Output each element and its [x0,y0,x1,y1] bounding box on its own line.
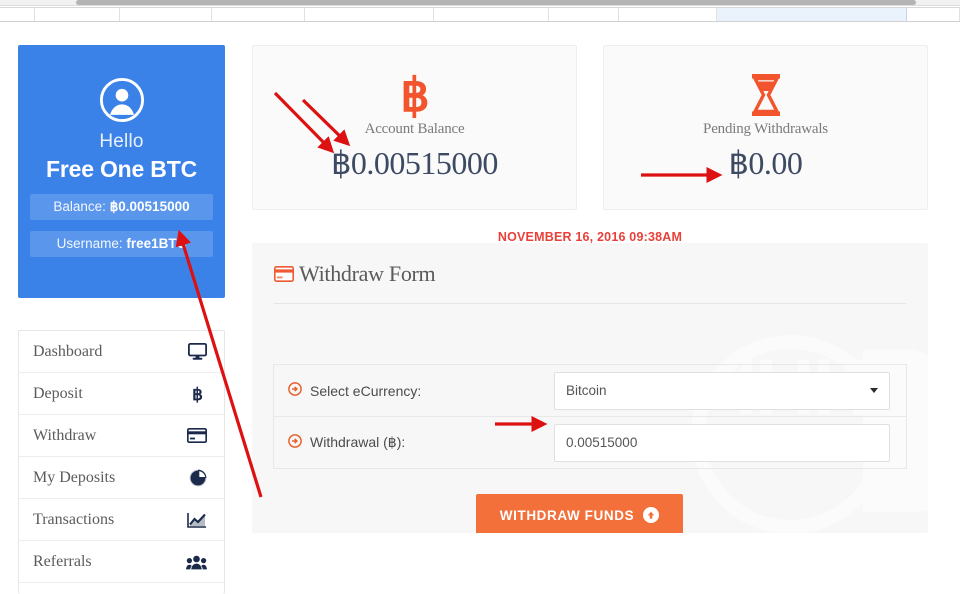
sidebar-menu: Dashboard Deposit ฿ Withdraw My Deposits Tran… [18,330,225,594]
spreadsheet-cell[interactable] [119,8,213,21]
desktop-icon [188,343,207,360]
profile-card: Hello Free One BTC Balance: ฿0.00515000 … [18,45,225,298]
sidebar-balance-label: Balance: [53,199,106,214]
stat-label: Pending Withdrawals [703,121,828,137]
form-control-cell: 0.00515000 [554,423,906,462]
sidebar-item-label: Transactions [33,510,115,528]
line-chart-icon [187,512,207,528]
spreadsheet-cell[interactable] [305,8,434,21]
arrow-up-circle-icon [643,507,660,523]
credit-card-icon [187,428,207,443]
spreadsheet-cell[interactable] [433,8,549,21]
field-label: Select eCurrency: [274,382,554,399]
datetime-text: NOVEMBER 16, 2016 09:38AM [497,230,683,244]
bitcoin-icon: ฿ [253,69,576,121]
arrow-circle-right-icon [288,382,302,399]
stat-card-account-balance: ฿ Account Balance ฿0.00515000 [252,45,577,210]
svg-text:฿: ฿ [400,71,429,119]
sidebar-item-label: Dashboard [33,342,103,360]
sidebar-username-label: Username: [56,236,123,251]
stat-value: ฿0.00515000 [331,145,498,181]
sidebar-item-withdraw[interactable]: Withdraw [19,415,224,457]
withdrawal-amount-input[interactable]: 0.00515000 [554,423,890,462]
select-ecurrency-dropdown[interactable]: Bitcoin [554,371,890,410]
chevron-down-icon [870,388,878,393]
form-control-cell: Bitcoin [554,371,906,410]
bitcoin-icon: ฿ [188,385,207,403]
spreadsheet-cell[interactable] [619,8,717,21]
spreadsheet-cell[interactable] [548,8,620,21]
spreadsheet-cell[interactable] [35,8,120,21]
spreadsheet-cell[interactable] [906,8,960,21]
profile-name: Free One BTC [46,156,197,182]
spreadsheet-cell[interactable] [212,8,306,21]
withdraw-funds-label: WITHDRAW FUNDS [499,507,635,523]
field-label-text: Select eCurrency: [310,382,422,399]
svg-text:฿: ฿ [192,385,203,403]
form-row: Select eCurrency: Bitcoin [274,365,906,417]
sidebar-balance-value: ฿0.00515000 [109,199,190,214]
submit-row: WITHDRAW FUNDS [252,494,886,533]
form-row: Withdrawal (฿): 0.00515000 [274,417,906,469]
pie-chart-icon [189,469,207,487]
field-label: Withdrawal (฿): [274,434,554,451]
sidebar-item-label: My Deposits [33,468,116,486]
sidebar-username-value: free1BTC [126,236,187,251]
header-divider [274,303,906,304]
credit-card-icon [274,266,294,282]
scrollbar-thumb[interactable] [76,0,916,5]
field-label-text: Withdrawal (฿): [310,434,406,450]
stat-value: ฿0.00 [728,145,803,181]
sidebar-item-transactions[interactable]: Transactions [19,499,224,541]
horizontal-scrollbar[interactable] [0,0,960,6]
users-icon [186,554,207,570]
sidebar-item-referrals[interactable]: Referrals [19,541,224,583]
withdrawal-amount-value: 0.00515000 [566,435,638,450]
spreadsheet-cell[interactable] [0,8,36,21]
spreadsheet-row [0,7,960,22]
withdraw-funds-button[interactable]: WITHDRAW FUNDS [475,494,684,533]
sidebar-username-pill: Username: free1BTC [30,231,213,257]
sidebar-balance-pill: Balance: ฿0.00515000 [30,194,213,220]
page-root: Hello Free One BTC Balance: ฿0.00515000 … [0,0,960,594]
greeting-text: Hello [99,131,144,152]
select-ecurrency-value: Bitcoin [566,383,607,398]
withdraw-form-panel: Withdraw Form Select eCurrency: Bitcoin Wi… [252,243,928,533]
stat-label: Account Balance [364,121,465,137]
stat-card-pending-withdrawals: Pending Withdrawals ฿0.00 [603,45,928,210]
hourglass-icon [604,71,927,119]
arrow-circle-right-icon [288,434,302,451]
spreadsheet-cell[interactable] [716,8,907,21]
spreadsheet-strip [0,0,960,22]
sidebar-item-label: Withdraw [33,426,97,444]
withdraw-form-table: Select eCurrency: Bitcoin Withdrawal (฿): 0… [273,364,907,469]
sidebar-item-label: Referrals [33,552,92,570]
sidebar-item-deposit[interactable]: Deposit ฿ [19,373,224,415]
sidebar-item-label: Deposit [33,384,83,402]
form-header: Withdraw Form [252,243,928,287]
user-circle-icon [99,77,144,123]
form-title: Withdraw Form [299,261,436,286]
sidebar-item-my-deposits[interactable]: My Deposits [19,457,224,499]
sidebar-item-dashboard[interactable]: Dashboard [19,331,224,373]
